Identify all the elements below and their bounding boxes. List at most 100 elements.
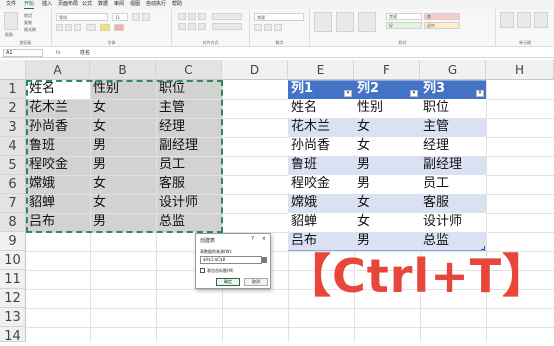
menu-data[interactable]: 数据 <box>98 0 108 9</box>
formula-input[interactable]: 姓名 <box>80 48 90 58</box>
style-neutral[interactable]: 适中 <box>424 22 460 29</box>
column-header-e[interactable]: E <box>288 60 354 80</box>
menu-view[interactable]: 视图 <box>130 0 140 9</box>
row-header-8[interactable]: 8 <box>0 213 26 232</box>
shrink-font-button[interactable] <box>142 13 150 21</box>
style-bad[interactable]: 差 <box>424 13 460 20</box>
range-input[interactable]: $A$1:$C$8 <box>200 256 262 264</box>
menu-home[interactable]: 开始 <box>24 0 35 9</box>
menu-automate[interactable]: 自动执行 <box>146 0 166 9</box>
font-name-select[interactable]: 等线 <box>56 13 108 21</box>
cell-f4[interactable]: 女 <box>354 137 420 155</box>
menu-insert[interactable]: 插入 <box>42 0 52 9</box>
format-cells-button[interactable] <box>534 12 548 28</box>
filter-dropdown-icon[interactable]: ▾ <box>344 90 352 97</box>
column-header-a[interactable]: A <box>26 60 90 80</box>
cell-e8[interactable]: 貂蝉 <box>288 213 354 231</box>
cell-f3[interactable]: 女 <box>354 118 420 136</box>
row-header-11[interactable]: 11 <box>0 270 26 289</box>
row-header-2[interactable]: 2 <box>0 99 26 118</box>
cell-g8[interactable]: 设计师 <box>420 213 486 231</box>
column-header-d[interactable]: D <box>222 60 288 80</box>
row-header-6[interactable]: 6 <box>0 175 26 194</box>
align-center-button[interactable] <box>188 23 196 30</box>
collapse-dialog-icon[interactable] <box>262 257 267 263</box>
border-button[interactable] <box>86 24 96 31</box>
percent-button[interactable] <box>264 24 272 31</box>
align-top-button[interactable] <box>178 13 186 20</box>
close-icon[interactable]: × <box>262 236 266 242</box>
insert-cells-button[interactable] <box>500 12 514 28</box>
menu-page-layout[interactable]: 页面布局 <box>58 0 78 9</box>
menu-review[interactable]: 审阅 <box>114 0 124 9</box>
currency-button[interactable] <box>254 24 262 31</box>
font-color-button[interactable] <box>114 24 124 31</box>
row-header-7[interactable]: 7 <box>0 194 26 213</box>
column-header-c[interactable]: C <box>156 60 222 80</box>
format-painter-button[interactable]: 格式刷 <box>24 27 36 33</box>
cell-f2[interactable]: 性别 <box>354 99 420 117</box>
cell-g7[interactable]: 客服 <box>420 194 486 212</box>
cell-e3[interactable]: 花木兰 <box>288 118 354 136</box>
fx-icon[interactable]: fx <box>56 48 61 58</box>
cell-f6[interactable]: 男 <box>354 175 420 193</box>
underline-button[interactable] <box>74 24 81 31</box>
paste-button[interactable] <box>4 12 18 30</box>
align-bottom-button[interactable] <box>198 13 206 20</box>
font-size-select[interactable]: 11 <box>112 13 128 21</box>
help-icon[interactable]: ? <box>251 236 254 242</box>
cell-f8[interactable]: 女 <box>354 213 420 231</box>
cell-e4[interactable]: 孙尚香 <box>288 137 354 155</box>
menu-file[interactable]: 文件 <box>6 0 16 9</box>
number-format-select[interactable]: 常规 <box>254 13 304 21</box>
style-normal[interactable]: 常规 <box>386 13 422 20</box>
row-header-13[interactable]: 13 <box>0 308 26 327</box>
cell-e5[interactable]: 鲁班 <box>288 156 354 174</box>
delete-cells-button[interactable] <box>517 12 531 28</box>
cell-f5[interactable]: 男 <box>354 156 420 174</box>
cell-e6[interactable]: 程咬金 <box>288 175 354 193</box>
italic-button[interactable] <box>65 24 72 31</box>
name-box[interactable]: A1 <box>3 49 43 57</box>
row-header-12[interactable]: 12 <box>0 289 26 308</box>
cell-f7[interactable]: 女 <box>354 194 420 212</box>
comma-button[interactable] <box>274 24 282 31</box>
row-header-9[interactable]: 9 <box>0 232 26 251</box>
row-header-3[interactable]: 3 <box>0 118 26 137</box>
cell-e7[interactable]: 嫦娥 <box>288 194 354 212</box>
cancel-button[interactable]: 取消 <box>244 278 268 286</box>
column-header-h[interactable]: H <box>486 60 554 80</box>
menu-formulas[interactable]: 公式 <box>82 0 92 9</box>
column-header-b[interactable]: B <box>90 60 156 80</box>
row-header-4[interactable]: 4 <box>0 137 26 156</box>
style-good[interactable]: 好 <box>386 22 422 29</box>
cell-g4[interactable]: 经理 <box>420 137 486 155</box>
fill-color-button[interactable] <box>100 24 110 31</box>
cell-styles-button[interactable] <box>358 12 376 32</box>
column-header-g[interactable]: G <box>420 60 486 80</box>
cell-g6[interactable]: 员工 <box>420 175 486 193</box>
cell-g3[interactable]: 主管 <box>420 118 486 136</box>
cell-g2[interactable]: 职位 <box>420 99 486 117</box>
cell-g5[interactable]: 副经理 <box>420 156 486 174</box>
bold-button[interactable] <box>56 24 63 31</box>
align-left-button[interactable] <box>178 23 186 30</box>
has-headers-checkbox[interactable] <box>200 268 205 273</box>
align-right-button[interactable] <box>198 23 206 30</box>
filter-dropdown-icon[interactable]: ▾ <box>476 90 484 97</box>
conditional-format-button[interactable] <box>314 12 332 32</box>
copy-button[interactable]: 复制 <box>24 20 32 26</box>
cell-e2[interactable]: 姓名 <box>288 99 354 117</box>
row-header-10[interactable]: 10 <box>0 251 26 270</box>
row-header-5[interactable]: 5 <box>0 156 26 175</box>
filter-dropdown-icon[interactable]: ▾ <box>410 90 418 97</box>
merge-center-button[interactable] <box>212 23 242 30</box>
grow-font-button[interactable] <box>132 13 140 21</box>
row-header-14[interactable]: 14 <box>0 327 26 344</box>
cut-button[interactable]: 剪切 <box>24 13 32 19</box>
format-as-table-button[interactable] <box>336 12 354 32</box>
column-header-f[interactable]: F <box>354 60 420 80</box>
ok-button[interactable]: 确定 <box>216 278 240 286</box>
wrap-text-button[interactable] <box>212 13 242 20</box>
select-all-corner[interactable] <box>0 60 26 80</box>
